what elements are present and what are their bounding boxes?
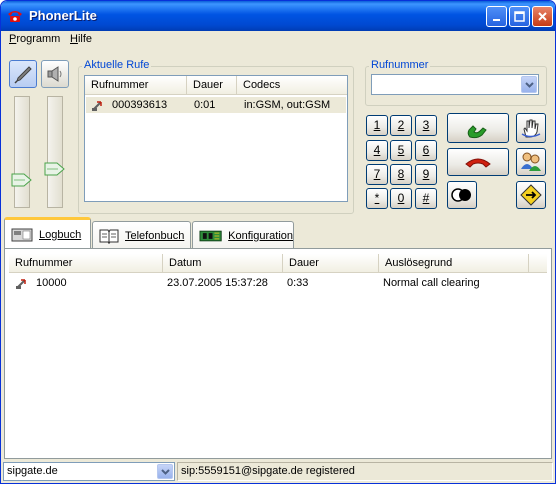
key-5[interactable]: 5 xyxy=(390,140,412,161)
phone-app-icon xyxy=(8,11,22,22)
log-duration: 0:33 xyxy=(287,277,309,289)
call-number: 000393613 xyxy=(112,99,168,111)
col-dauer[interactable]: Dauer xyxy=(187,76,237,95)
call-button[interactable] xyxy=(447,113,509,143)
number-dropdown-button[interactable] xyxy=(521,76,537,93)
chevron-down-icon xyxy=(524,81,534,88)
key-star[interactable]: * xyxy=(366,188,388,209)
hangup-button[interactable] xyxy=(447,148,509,176)
col-rufnummer[interactable]: Rufnummer xyxy=(85,76,187,95)
key-0[interactable]: 0 xyxy=(390,188,412,209)
col-codecs[interactable]: Codecs xyxy=(237,76,347,95)
status-message: sip:5559151@sipgate.de registered xyxy=(181,465,355,477)
key-9[interactable]: 9 xyxy=(415,164,437,185)
log-col-rufnummer[interactable]: Rufnummer xyxy=(9,254,163,273)
transfer-button[interactable] xyxy=(516,181,546,209)
key-1[interactable]: 1 xyxy=(366,115,388,136)
speaker-volume-track[interactable] xyxy=(47,96,63,208)
account-select[interactable]: sipgate.de xyxy=(3,462,175,481)
menu-hilfe-accel: H xyxy=(70,33,78,45)
minimize-icon xyxy=(492,18,500,21)
menu-bar: Programm Hilfe xyxy=(1,31,555,49)
speaker-icon xyxy=(47,66,62,82)
tab-konfiguration-label: Konfiguration xyxy=(228,229,293,242)
key-4[interactable]: 4 xyxy=(366,140,388,161)
call-duration: 0:01 xyxy=(194,99,216,111)
status-message-panel: sip:5559151@sipgate.de registered xyxy=(177,462,553,481)
phonerlite-window: PhonerLite Programm Hilfe Aktuelle Rufe … xyxy=(0,0,556,484)
current-calls-title: Aktuelle Rufe xyxy=(82,59,152,71)
current-calls-list[interactable]: Rufnummer Dauer Codecs 000393613 0:01 in… xyxy=(84,75,348,202)
key-8[interactable]: 8 xyxy=(390,164,412,185)
log-reason: Normal call clearing xyxy=(383,277,480,289)
log-col-datum[interactable]: Datum xyxy=(163,254,283,273)
maximize-icon xyxy=(514,11,525,22)
hold-button[interactable] xyxy=(516,113,546,143)
tab-logbuch[interactable]: Logbuch xyxy=(4,217,91,249)
menu-programm[interactable]: Programm xyxy=(9,33,60,45)
account-value: sipgate.de xyxy=(7,465,58,477)
tab-telefonbuch-label: Telefonbuch xyxy=(125,229,185,242)
call-row[interactable]: 000393613 0:01 in:GSM, out:GSM xyxy=(86,97,346,113)
tab-logbuch-label: Logbuch xyxy=(39,228,82,241)
phonebook-icon xyxy=(99,229,119,244)
accept-call-icon xyxy=(467,125,487,139)
log-col-ausloesegrund[interactable]: Auslösegrund xyxy=(379,254,529,273)
number-input[interactable] xyxy=(371,74,539,95)
chevron-down-icon xyxy=(160,468,170,475)
logbuch-panel: Rufnummer Datum Dauer Auslösegrund 10000… xyxy=(4,248,552,459)
speaker-volume-thumb[interactable] xyxy=(44,162,66,176)
minimize-button[interactable] xyxy=(486,6,507,27)
hangup-call-icon xyxy=(465,158,491,168)
title-bar[interactable]: PhonerLite xyxy=(1,1,555,31)
logbook-icon xyxy=(11,228,33,241)
tab-telefonbuch[interactable]: Telefonbuch xyxy=(92,221,191,249)
account-dropdown-button[interactable] xyxy=(157,464,173,479)
speaker-button[interactable] xyxy=(41,60,69,88)
key-hash[interactable]: # xyxy=(415,188,437,209)
close-icon xyxy=(538,12,547,21)
close-button[interactable] xyxy=(532,6,553,27)
record-button[interactable] xyxy=(447,181,477,209)
current-calls-header: Rufnummer Dauer Codecs xyxy=(85,76,347,95)
microphone-button[interactable] xyxy=(9,60,37,88)
transfer-icon xyxy=(520,184,542,206)
log-number: 10000 xyxy=(36,277,67,289)
window-title: PhonerLite xyxy=(29,8,97,23)
log-col-dauer[interactable]: Dauer xyxy=(283,254,379,273)
log-row[interactable]: 10000 23.07.2005 15:37:28 0:33 Normal ca… xyxy=(10,275,540,291)
log-header: Rufnummer Datum Dauer Auslösegrund xyxy=(9,254,547,273)
status-bar: sipgate.de sip:5559151@sipgate.de regist… xyxy=(1,460,555,483)
log-list[interactable]: Rufnummer Datum Dauer Auslösegrund 10000… xyxy=(9,254,547,454)
hand-icon xyxy=(521,119,541,138)
menu-hilfe[interactable]: Hilfe xyxy=(70,33,92,45)
microphone-volume-thumb[interactable] xyxy=(11,173,33,187)
call-codecs: in:GSM, out:GSM xyxy=(244,99,331,111)
configuration-icon xyxy=(199,230,222,241)
microphone-volume-track[interactable] xyxy=(14,96,30,208)
outgoing-call-icon xyxy=(16,279,26,289)
maximize-button[interactable] xyxy=(509,6,530,27)
tab-konfiguration[interactable]: Konfiguration xyxy=(192,221,294,249)
microphone-icon xyxy=(14,66,32,84)
number-group-title: Rufnummer xyxy=(369,59,431,71)
log-date: 23.07.2005 15:37:28 xyxy=(167,277,268,289)
key-3[interactable]: 3 xyxy=(415,115,437,136)
menu-hilfe-label: ilfe xyxy=(77,33,93,45)
key-2[interactable]: 2 xyxy=(390,115,412,136)
key-6[interactable]: 6 xyxy=(415,140,437,161)
record-icon xyxy=(451,188,471,202)
outgoing-call-icon xyxy=(92,101,102,111)
conference-button[interactable] xyxy=(516,148,546,176)
menu-programm-label: rogramm xyxy=(16,33,61,45)
key-7[interactable]: 7 xyxy=(366,164,388,185)
conference-icon xyxy=(521,152,541,171)
